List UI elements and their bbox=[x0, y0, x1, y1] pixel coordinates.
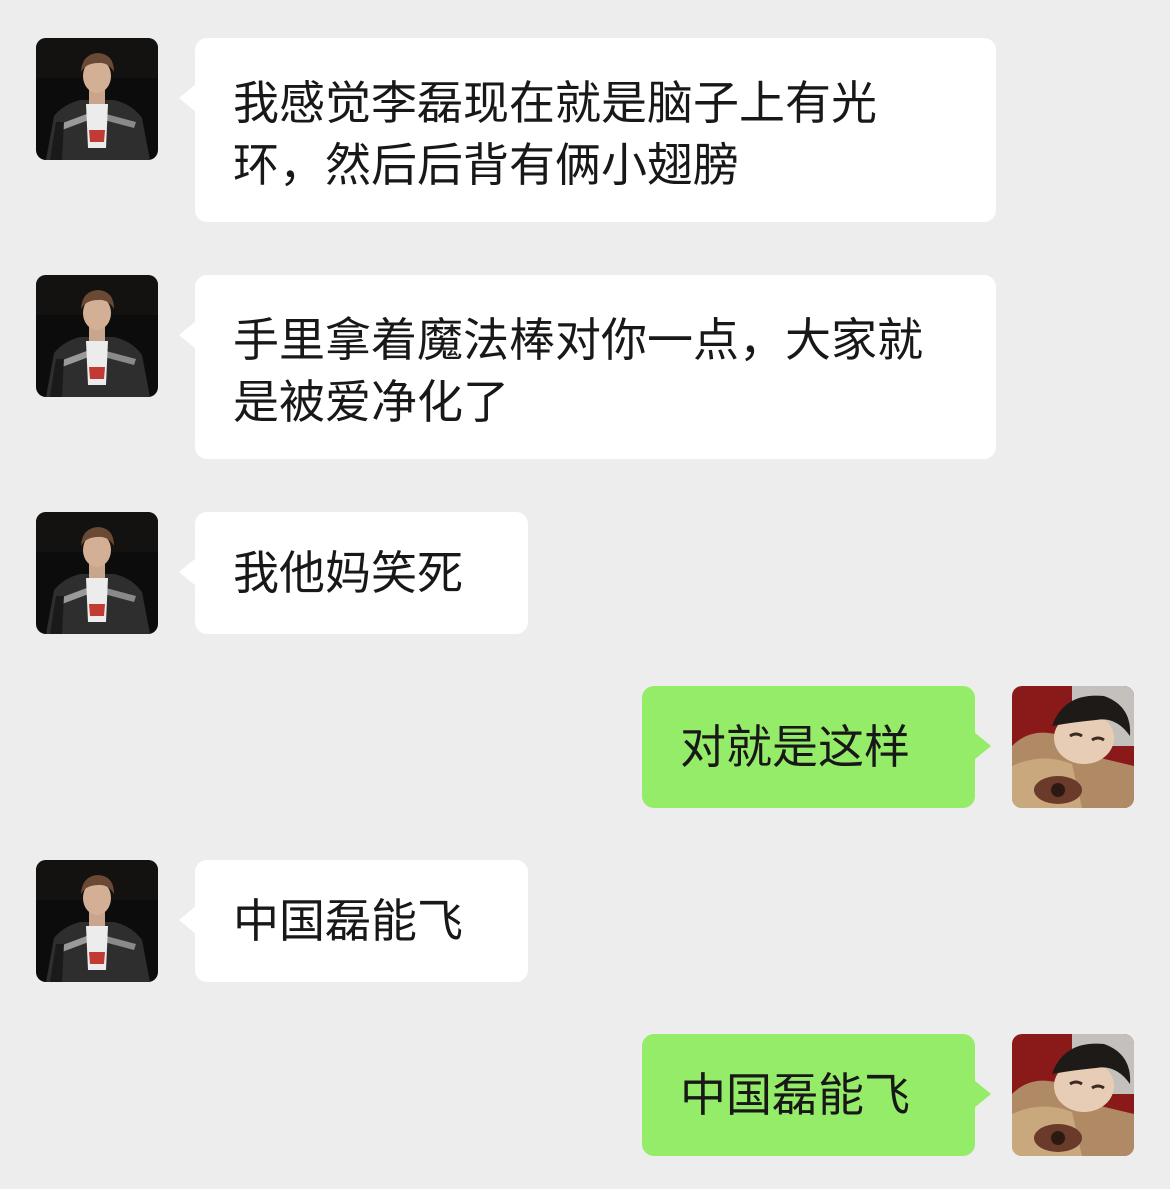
bubble-tail bbox=[179, 558, 196, 586]
self-avatar[interactable] bbox=[1012, 1034, 1134, 1156]
bubble-tail bbox=[179, 906, 196, 934]
bubble-tail bbox=[974, 1080, 991, 1108]
contact-avatar[interactable] bbox=[36, 860, 158, 982]
contact-avatar-image bbox=[36, 38, 158, 160]
message-text: 手里拿着魔法棒对你一点，大家就是被爱净化了 bbox=[233, 313, 923, 429]
contact-avatar-image bbox=[36, 512, 158, 634]
contact-avatar[interactable] bbox=[36, 38, 158, 160]
message-text: 对就是这样 bbox=[680, 720, 910, 774]
self-avatar-image bbox=[1012, 686, 1134, 808]
message-bubble[interactable]: 我感觉李磊现在就是脑子上有光环，然后后背有俩小翅膀 bbox=[179, 38, 996, 222]
contact-avatar-image bbox=[36, 275, 158, 397]
message-bubble[interactable]: 中国磊能飞 bbox=[642, 1034, 991, 1156]
contact-avatar-image bbox=[36, 860, 158, 982]
bubble-tail bbox=[179, 84, 196, 112]
self-avatar[interactable] bbox=[1012, 686, 1134, 808]
message-bubble[interactable]: 中国磊能飞 bbox=[179, 860, 528, 982]
contact-avatar[interactable] bbox=[36, 275, 158, 397]
bubble-tail bbox=[179, 321, 196, 349]
contact-avatar[interactable] bbox=[36, 512, 158, 634]
message-text: 我他妈笑死 bbox=[233, 546, 463, 600]
message-text: 中国磊能飞 bbox=[233, 894, 463, 948]
message-text: 中国磊能飞 bbox=[680, 1068, 910, 1122]
self-avatar-image bbox=[1012, 1034, 1134, 1156]
message-text: 我感觉李磊现在就是脑子上有光环，然后后背有俩小翅膀 bbox=[233, 76, 877, 192]
bubble-tail bbox=[974, 732, 991, 760]
message-bubble[interactable]: 对就是这样 bbox=[642, 686, 991, 808]
chat-message-list[interactable]: 我感觉李磊现在就是脑子上有光环，然后后背有俩小翅膀 手里拿着魔法棒对你一点，大家… bbox=[0, 0, 1170, 1189]
message-bubble[interactable]: 手里拿着魔法棒对你一点，大家就是被爱净化了 bbox=[179, 275, 996, 459]
message-bubble[interactable]: 我他妈笑死 bbox=[179, 512, 528, 634]
